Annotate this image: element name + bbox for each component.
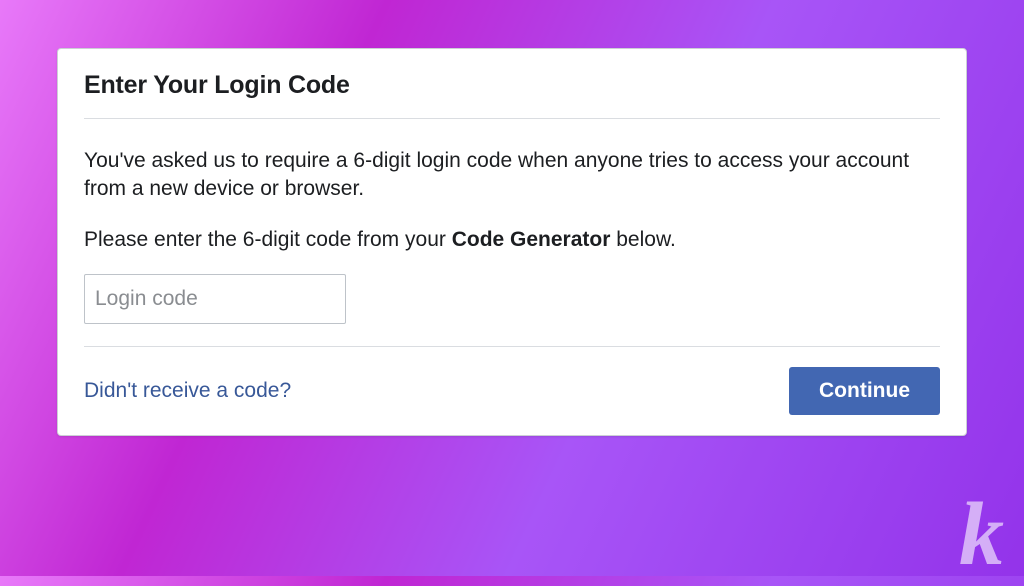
login-code-input[interactable] <box>84 274 346 324</box>
divider-bottom <box>84 346 940 347</box>
description-bold: Code Generator <box>452 228 611 251</box>
login-code-dialog: Enter Your Login Code You've asked us to… <box>57 48 967 436</box>
description-suffix: below. <box>610 228 675 251</box>
help-link[interactable]: Didn't receive a code? <box>84 379 291 403</box>
input-container <box>84 274 940 324</box>
dialog-footer: Didn't receive a code? Continue <box>84 367 940 415</box>
dialog-title: Enter Your Login Code <box>84 71 940 100</box>
description-line-1: You've asked us to require a 6-digit log… <box>84 147 940 204</box>
divider-top <box>84 118 940 119</box>
description-prefix: Please enter the 6-digit code from your <box>84 228 452 251</box>
continue-button[interactable]: Continue <box>789 367 940 415</box>
description-line-2: Please enter the 6-digit code from your … <box>84 226 940 254</box>
watermark-icon: k <box>959 483 1004 586</box>
